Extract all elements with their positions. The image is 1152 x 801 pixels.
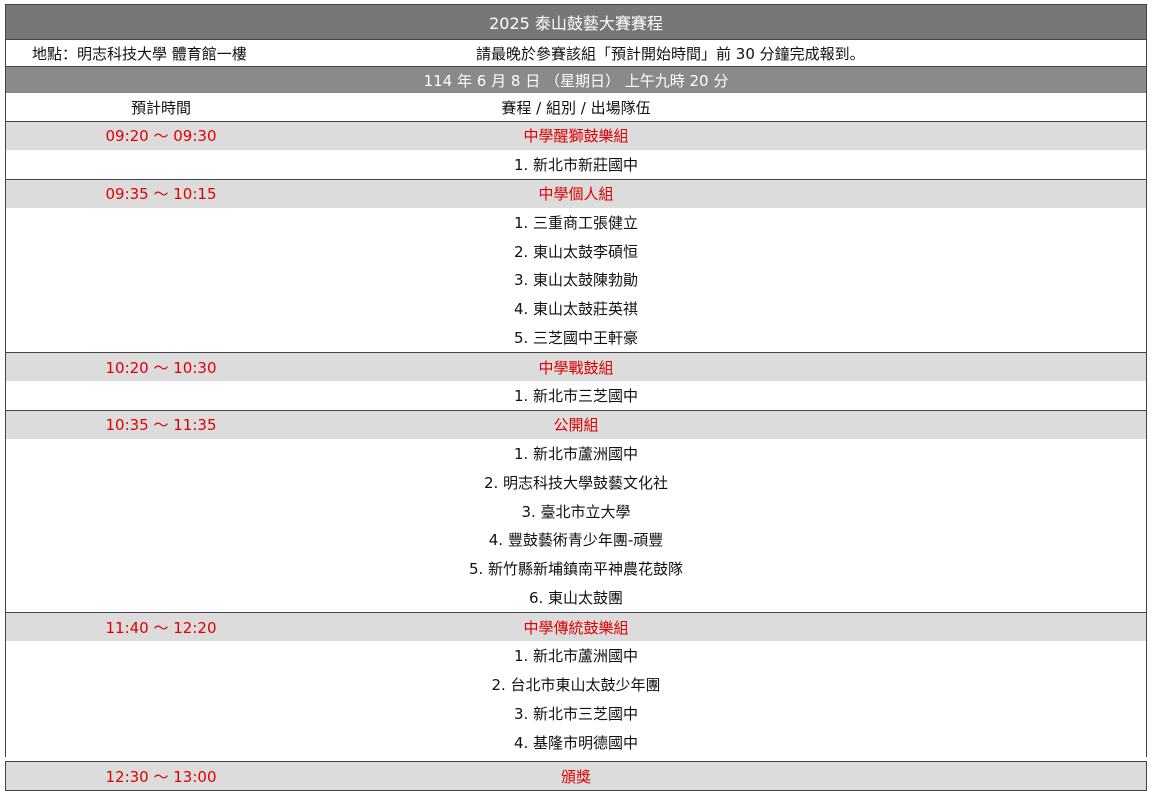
final-block: 12:30 ～ 13:00 頒獎 [5, 760, 1147, 792]
team-name: 5. 新竹縣新埔鎮南平神農花鼓隊 [468, 560, 684, 579]
session-group-name: 公開組 [553, 416, 599, 435]
team-name: 1. 新北市新莊國中 [513, 155, 639, 174]
team-name: 4. 基隆市明德國中 [513, 733, 639, 752]
team-row: 3. 新北市三芝國中 [6, 698, 1146, 728]
team-row: 1. 新北市蘆洲國中 [6, 641, 1146, 670]
final-row: 12:30 ～ 13:00 頒獎 [6, 761, 1146, 791]
team-row: 5. 新竹縣新埔鎮南平神農花鼓隊 [6, 554, 1146, 584]
team-name: 1. 新北市三芝國中 [513, 386, 639, 405]
team-row: 1. 三重商工張健立 [6, 207, 1146, 237]
session-group-name: 中學醒獅鼓樂組 [523, 127, 629, 146]
team-name: 2. 東山太鼓李碩恒 [513, 242, 639, 261]
schedule-title: 2025 泰山鼓藝大賽賽程 [5, 4, 1147, 40]
team-row: 2. 台北市東山太鼓少年團 [6, 669, 1146, 699]
team-row: 3. 東山太鼓陳勃勛 [6, 265, 1146, 295]
column-header-row: 預計時間 賽程 / 組別 / 出場隊伍 [5, 93, 1147, 121]
team-row: 5. 三芝國中王軒豪 [6, 323, 1146, 353]
checkin-notice: 請最晚於參賽該組「預計開始時間」前 30 分鐘完成報到。 [476, 44, 865, 63]
team-name: 2. 明志科技大學鼓藝文化社 [483, 473, 669, 492]
team-row: 2. 明志科技大學鼓藝文化社 [6, 467, 1146, 497]
location-text: 地點：明志科技大學 體育館一樓 [32, 44, 247, 63]
session-group-row: 11:40 ～ 12:20 中學傳統鼓樂組 [6, 612, 1146, 642]
team-name: 3. 新北市三芝國中 [513, 704, 639, 723]
team-name: 3. 臺北市立大學 [521, 502, 631, 521]
session-group-row: 10:35 ～ 11:35 公開組 [6, 409, 1146, 439]
session-list: 09:20 ～ 09:30 中學醒獅鼓樂組 1. 新北市新莊國中 09:35 ～ 10… [5, 121, 1147, 757]
event-date: 114 年 6 月 8 日 （星期日） 上午九時 20 分 [5, 67, 1147, 93]
team-name: 6. 東山太鼓團 [528, 589, 624, 608]
team-name: 1. 新北市蘆洲國中 [513, 646, 639, 665]
team-name: 3. 東山太鼓陳勃勛 [513, 271, 639, 290]
team-row: 4. 豐鼓藝術青少年團-頑豐 [6, 525, 1146, 555]
session-group-row: 10:20 ～ 10:30 中學戰鼓組 [6, 352, 1146, 382]
team-row: 4. 東山太鼓莊英祺 [6, 294, 1146, 324]
session-group-name: 中學傳統鼓樂組 [523, 618, 629, 637]
team-row: 1. 新北市新莊國中 [6, 149, 1146, 179]
team-name: 4. 東山太鼓莊英祺 [513, 300, 639, 319]
team-name: 1. 新北市蘆洲國中 [513, 444, 639, 463]
session-group-row: 09:35 ～ 10:15 中學個人組 [6, 178, 1146, 208]
team-name: 1. 三重商工張健立 [513, 213, 639, 232]
session-group-name: 中學個人組 [538, 185, 614, 204]
info-row: 地點：明志科技大學 體育館一樓 請最晚於參賽該組「預計開始時間」前 30 分鐘完… [5, 40, 1147, 67]
schedule-sheet: 2025 泰山鼓藝大賽賽程 地點：明志科技大學 體育館一樓 請最晚於參賽該組「預… [5, 4, 1147, 792]
team-name: 4. 豐鼓藝術青少年團-頑豐 [488, 531, 664, 550]
session-group-name: 中學戰鼓組 [538, 358, 614, 377]
final-label: 頒獎 [560, 767, 591, 786]
team-row: 4. 基隆市明德國中 [6, 727, 1146, 757]
header-program: 賽程 / 組別 / 出場隊伍 [501, 98, 651, 117]
team-row: 6. 東山太鼓團 [6, 583, 1146, 613]
team-row: 2. 東山太鼓李碩恒 [6, 236, 1146, 266]
team-row: 3. 臺北市立大學 [6, 496, 1146, 526]
team-row: 1. 新北市三芝國中 [6, 381, 1146, 410]
team-name: 5. 三芝國中王軒豪 [513, 329, 639, 348]
session-group-row: 09:20 ～ 09:30 中學醒獅鼓樂組 [6, 121, 1146, 150]
team-name: 2. 台北市東山太鼓少年團 [491, 675, 661, 694]
team-row: 1. 新北市蘆洲國中 [6, 438, 1146, 468]
